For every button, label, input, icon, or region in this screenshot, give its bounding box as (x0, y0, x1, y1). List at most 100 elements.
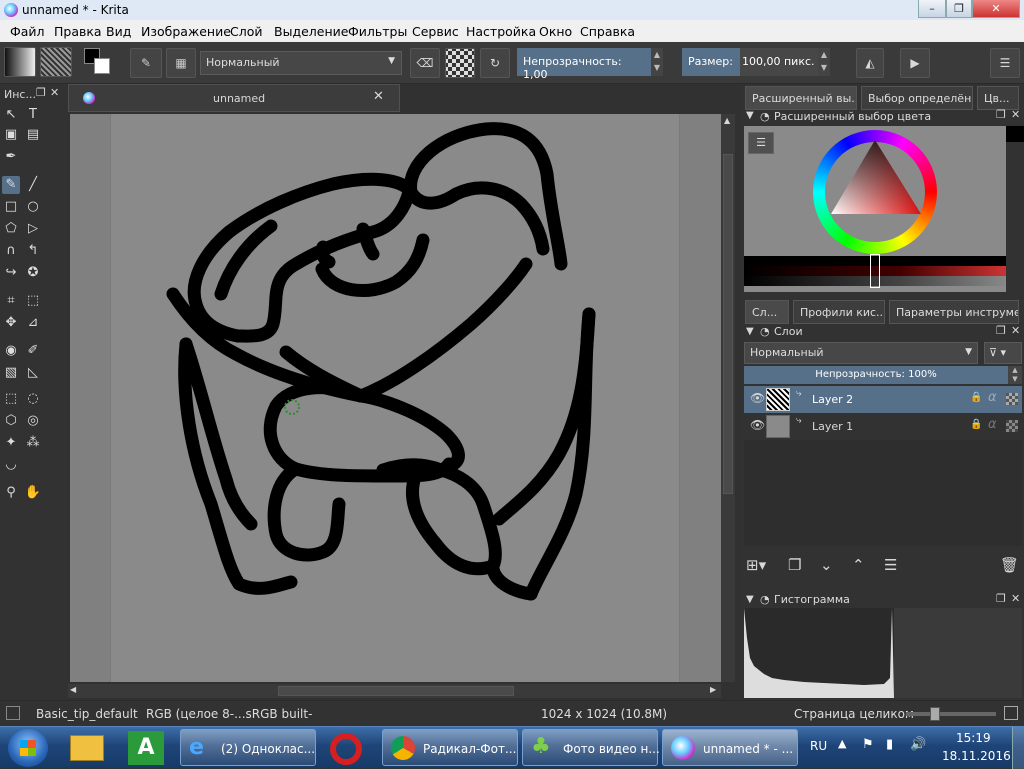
taskbar-app-button[interactable]: unnamed * - ... (662, 729, 798, 766)
zoom-tool-icon[interactable]: ⚲ (2, 484, 20, 502)
freehand-brush-icon[interactable]: ✎ (2, 176, 20, 194)
opacity-slider[interactable]: Непрозрачность: 1,00 (517, 48, 651, 81)
menu-view[interactable]: Вид (106, 24, 131, 39)
tab-advanced-color[interactable]: Расширенный вы... (745, 86, 857, 110)
docker-menu-icon[interactable]: ☰ (990, 48, 1020, 78)
fill-tool-icon[interactable]: ◉ (2, 342, 20, 360)
tray-expand-icon[interactable]: ▲ (838, 737, 846, 750)
move-layer-down-icon[interactable]: ⌄ (820, 556, 833, 574)
size-slider[interactable]: Размер: 100,00 пикс. (682, 48, 818, 76)
close-tab-icon[interactable]: ✕ (373, 89, 384, 104)
layer-opacity-spin-icon[interactable]: ▲ ▼ (1008, 366, 1022, 384)
maximize-button[interactable]: ❐ (946, 0, 972, 18)
freehand-path-icon[interactable]: ↰ (24, 242, 42, 260)
multibrush-icon[interactable]: ✪ (24, 264, 42, 282)
close-panel-icon[interactable]: ✕ (1011, 592, 1020, 605)
float-docker-icon[interactable]: ❐ (36, 86, 46, 99)
fg-bg-color-selector[interactable] (84, 48, 114, 78)
taskbar-app-button[interactable]: e (2) Одноклас... (180, 729, 316, 766)
close-button[interactable]: ✕ (972, 0, 1020, 18)
text-tool-icon[interactable]: T (24, 106, 42, 124)
calligraphy-icon[interactable]: ▤ (24, 126, 42, 144)
color-menu-icon[interactable]: ☰ (748, 132, 774, 154)
alpha-icon[interactable]: α (988, 390, 997, 405)
rectangle-tool-icon[interactable]: □ (2, 198, 20, 216)
fullscreen-icon[interactable] (1004, 706, 1018, 720)
flag-icon[interactable]: ⚑ (862, 737, 874, 752)
taskbar-app-button[interactable]: Радикал-Фот... (382, 729, 518, 766)
similar-select-icon[interactable]: ⁂ (24, 434, 42, 452)
horizontal-scrollbar[interactable]: ◀ ▶ (68, 684, 721, 698)
move-tool-icon[interactable]: ✥ (2, 314, 20, 332)
show-desktop-button[interactable] (1012, 727, 1024, 769)
taskbar-app-button[interactable]: ♣ Фото видео н... (522, 729, 660, 766)
vertical-scrollbar[interactable]: ▲ (721, 114, 735, 682)
menu-filters[interactable]: Фильтры (348, 24, 407, 39)
layer-opacity-slider[interactable]: Непрозрачность: 100% (744, 366, 1008, 384)
tab-brush-presets[interactable]: Профили кис... (793, 300, 885, 324)
collapse-arrow-icon[interactable]: ▼ (746, 326, 754, 337)
language-indicator[interactable]: RU (810, 739, 827, 753)
ellipse-tool-icon[interactable]: ○ (24, 198, 42, 216)
blend-mode-select[interactable]: Нормальный ▼ (200, 51, 402, 75)
bezier-tool-icon[interactable]: ∩ (2, 242, 20, 260)
zoom-mode-status[interactable]: Страница целиком (794, 707, 914, 721)
polyline-tool-icon[interactable]: ▷ (24, 220, 42, 238)
delete-layer-icon[interactable]: 🗑 (1000, 556, 1019, 574)
tab-layers[interactable]: Сл... (745, 300, 789, 324)
vertical-scroll-thumb[interactable] (723, 154, 733, 494)
collapse-arrow-icon[interactable]: ▼ (746, 594, 754, 605)
pattern-preset-button[interactable] (40, 47, 72, 77)
float-panel-icon[interactable]: ❐ (996, 592, 1006, 605)
close-docker-icon[interactable]: ✕ (50, 86, 59, 99)
alpha-icon[interactable]: α (988, 417, 997, 432)
lock-icon[interactable]: 🔒 (970, 419, 982, 430)
inherit-alpha-icon[interactable] (1006, 393, 1018, 405)
mirror-horizontal-icon[interactable]: ◭ (856, 48, 884, 78)
zoom-slider-handle[interactable] (930, 707, 940, 721)
saturation-triangle[interactable] (829, 138, 923, 218)
dynamic-brush-icon[interactable]: ↪ (2, 264, 20, 282)
visibility-eye-icon[interactable]: 👁 (750, 391, 765, 405)
eraser-icon[interactable]: ⌫ (410, 48, 440, 78)
clock-time[interactable]: 15:19 (956, 731, 991, 745)
menu-help[interactable]: Справка (580, 24, 635, 39)
crop-tool-icon[interactable]: ⌗ (2, 292, 20, 310)
menu-window[interactable]: Окно (539, 24, 572, 39)
document-tab[interactable]: unnamed ✕ (68, 84, 400, 112)
layer-filter-icon[interactable]: ⊽ ▾ (984, 342, 1022, 364)
zoom-slider[interactable] (906, 707, 996, 721)
reload-preset-icon[interactable]: ↻ (480, 48, 510, 78)
layer-name[interactable]: Layer 1 (812, 420, 853, 433)
scroll-left-icon[interactable]: ◀ (70, 685, 76, 694)
collapse-arrow-icon[interactable]: ▼ (746, 110, 754, 121)
gradient-tool-icon[interactable]: ▧ (2, 364, 20, 382)
color-selector[interactable]: ☰ (744, 126, 1006, 292)
dropper-brush-icon[interactable]: ✒ (2, 148, 20, 166)
green-app-pinned-icon[interactable]: A (128, 731, 164, 765)
add-layer-icon[interactable]: ⊞▾ (746, 556, 766, 574)
freehand-select-icon[interactable]: ◎ (24, 412, 42, 430)
menu-select[interactable]: Выделение (274, 24, 348, 39)
gradient-preset-button[interactable] (4, 47, 36, 77)
visibility-eye-icon[interactable]: 👁 (750, 418, 765, 432)
close-panel-icon[interactable]: ✕ (1011, 108, 1020, 121)
image-canvas[interactable] (110, 114, 680, 682)
select-shapes-icon[interactable]: ↖ (2, 106, 20, 124)
menu-layer[interactable]: Слой (230, 24, 263, 39)
inherit-alpha-icon[interactable] (1006, 420, 1018, 432)
menu-file[interactable]: Файл (10, 24, 45, 39)
edit-shapes-icon[interactable]: ▣ (2, 126, 20, 144)
bezier-select-icon[interactable]: ◡ (2, 456, 20, 474)
polygon-select-icon[interactable]: ⬡ (2, 412, 20, 430)
polygon-tool-icon[interactable]: ⬠ (2, 220, 20, 238)
duplicate-layer-icon[interactable]: ❐ (788, 556, 801, 574)
minimize-button[interactable]: – (918, 0, 946, 18)
canvas-viewport[interactable] (70, 114, 721, 682)
layer-row[interactable]: 👁 ⤷ Layer 2 🔒 α (744, 386, 1022, 413)
contiguous-select-icon[interactable]: ✦ (2, 434, 20, 452)
opera-pinned-icon[interactable] (330, 733, 362, 765)
transform-tool-icon[interactable]: ⬚ (24, 292, 42, 310)
ellipse-select-icon[interactable]: ◌ (24, 390, 42, 408)
layer-name[interactable]: Layer 2 (812, 393, 853, 406)
